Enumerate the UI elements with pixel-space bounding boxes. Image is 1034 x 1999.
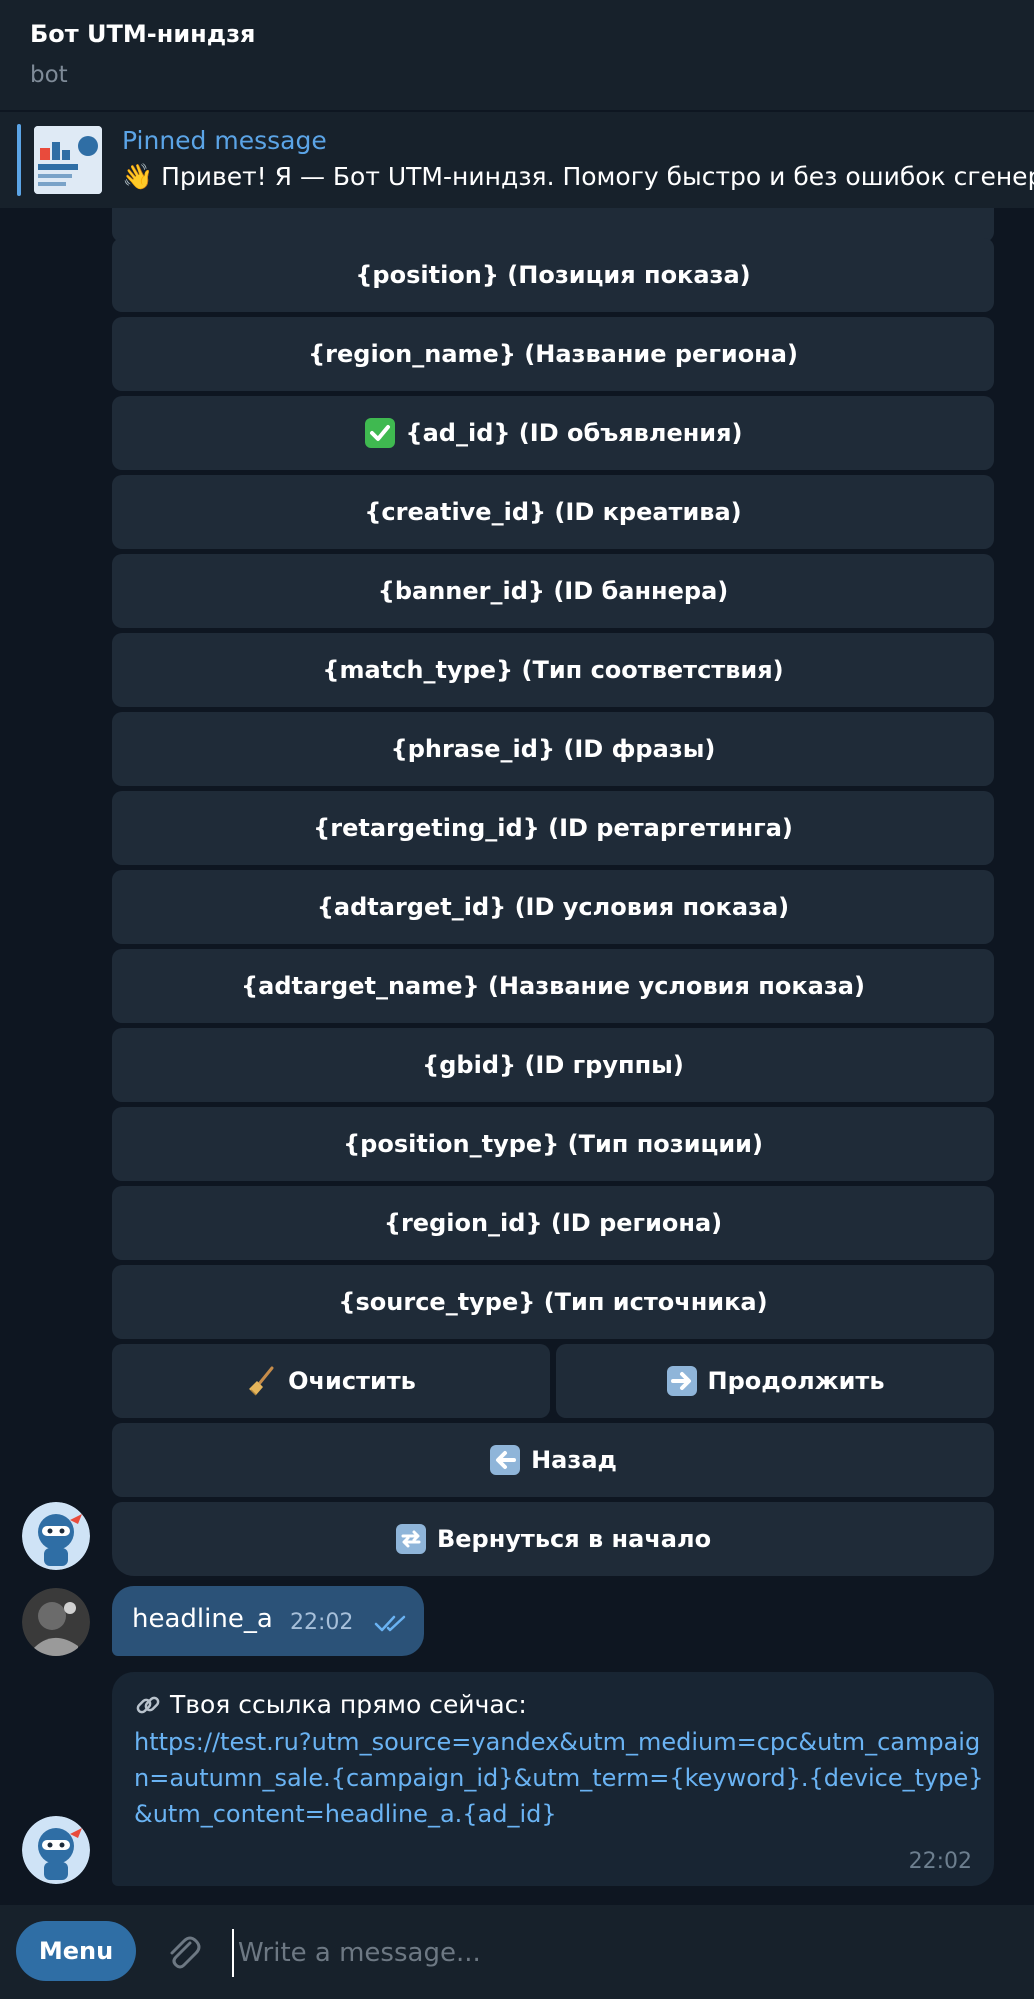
chat-title: Бот UTM-ниндзя [30,20,256,48]
bot-avatar[interactable] [22,1816,90,1884]
pinned-indicator [17,124,21,196]
keyboard-button-position[interactable]: {position} (Позиция показа) [112,238,994,312]
pinned-message-bar[interactable]: Pinned message 👋 Привет! Я — Бот UTM-нин… [0,112,1034,208]
arrow-right-icon [666,1365,698,1397]
user-avatar[interactable] [22,1588,90,1656]
keyboard-button-ad-id[interactable]: {ad_id} (ID объявления) [112,396,994,470]
keyboard-button-adtarget-name[interactable]: {adtarget_name} (Название условия показа… [112,949,994,1023]
incoming-message-time: 22:02 [908,1849,972,1874]
message-input[interactable] [232,1929,1020,1977]
arrow-left-icon [489,1444,521,1476]
double-check-icon [374,1614,410,1638]
paperclip-icon[interactable] [160,1929,204,1973]
chat-area[interactable]: {position} (Позиция показа) {region_name… [0,208,1034,1905]
keyboard-button-label: {creative_id} (ID креатива) [364,498,742,526]
back-button-label: Назад [531,1446,617,1474]
keyboard-button-partial[interactable] [112,208,994,242]
check-mark-icon [364,417,396,449]
keyboard-button-adtarget-id[interactable]: {adtarget_id} (ID условия показа) [112,870,994,944]
restart-button[interactable]: Вернуться в начало [112,1502,994,1576]
outgoing-message-time: 22:02 [290,1610,354,1635]
link-icon [134,1691,162,1719]
keyboard-button-gbid[interactable]: {gbid} (ID группы) [112,1028,994,1102]
repeat-icon [395,1523,427,1555]
keyboard-button-label: {position} (Позиция показа) [355,261,751,289]
pinned-title: Pinned message [122,126,327,155]
incoming-message[interactable]: Твоя ссылка прямо сейчас: https://test.r… [112,1672,994,1886]
continue-button-label: Продолжить [707,1367,885,1395]
keyboard-button-label: {match_type} (Тип соответствия) [322,656,784,684]
keyboard-button-label: {position_type} (Тип позиции) [343,1130,763,1158]
keyboard-button-match-type[interactable]: {match_type} (Тип соответствия) [112,633,994,707]
keyboard-button-label: {region_name} (Название региона) [308,340,798,368]
keyboard-button-banner-id[interactable]: {banner_id} (ID баннера) [112,554,994,628]
outgoing-message[interactable]: headline_a 22:02 [112,1586,424,1656]
keyboard-button-label: {ad_id} (ID объявления) [405,419,743,447]
keyboard-button-label: {adtarget_name} (Название условия показа… [241,972,865,1000]
keyboard-button-region-name[interactable]: {region_name} (Название региона) [112,317,994,391]
keyboard-button-source-type[interactable]: {source_type} (Тип источника) [112,1265,994,1339]
pinned-thumbnail [34,126,102,194]
bot-avatar[interactable] [22,1502,90,1570]
keyboard-button-region-id[interactable]: {region_id} (ID региона) [112,1186,994,1260]
broom-icon [246,1365,278,1397]
keyboard-button-label: {banner_id} (ID баннера) [377,577,729,605]
keyboard-button-label: {adtarget_id} (ID условия показа) [316,893,790,921]
keyboard-button-creative-id[interactable]: {creative_id} (ID креатива) [112,475,994,549]
chat-header[interactable]: Бот UTM-ниндзя bot [0,0,1034,110]
pinned-text: 👋 Привет! Я — Бот UTM-ниндзя. Помогу быс… [122,162,1034,191]
incoming-message-intro-text: Твоя ссылка прямо сейчас: [170,1690,527,1719]
keyboard-button-phrase-id[interactable]: {phrase_id} (ID фразы) [112,712,994,786]
continue-button[interactable]: Продолжить [556,1344,994,1418]
incoming-message-intro: Твоя ссылка прямо сейчас: [134,1690,527,1719]
keyboard-button-label: {retargeting_id} (ID ретаргетинга) [313,814,793,842]
clear-button-label: Очистить [288,1367,416,1395]
keyboard-button-label: {source_type} (Тип источника) [338,1288,768,1316]
clear-button[interactable]: Очистить [112,1344,550,1418]
keyboard-button-position-type[interactable]: {position_type} (Тип позиции) [112,1107,994,1181]
chat-subtitle: bot [30,62,68,88]
keyboard-button-label: {region_id} (ID региона) [383,1209,723,1237]
generated-utm-link[interactable]: https://test.ru?utm_source=yandex&utm_me… [134,1724,984,1832]
outgoing-message-text: headline_a [132,1604,273,1634]
keyboard-button-label: {gbid} (ID группы) [422,1051,684,1079]
message-composer: Menu [0,1905,1034,1999]
keyboard-button-retargeting-id[interactable]: {retargeting_id} (ID ретаргетинга) [112,791,994,865]
restart-button-label: Вернуться в начало [436,1525,712,1553]
back-button[interactable]: Назад [112,1423,994,1497]
menu-button[interactable]: Menu [16,1921,136,1981]
keyboard-button-label: {phrase_id} (ID фразы) [390,735,716,763]
